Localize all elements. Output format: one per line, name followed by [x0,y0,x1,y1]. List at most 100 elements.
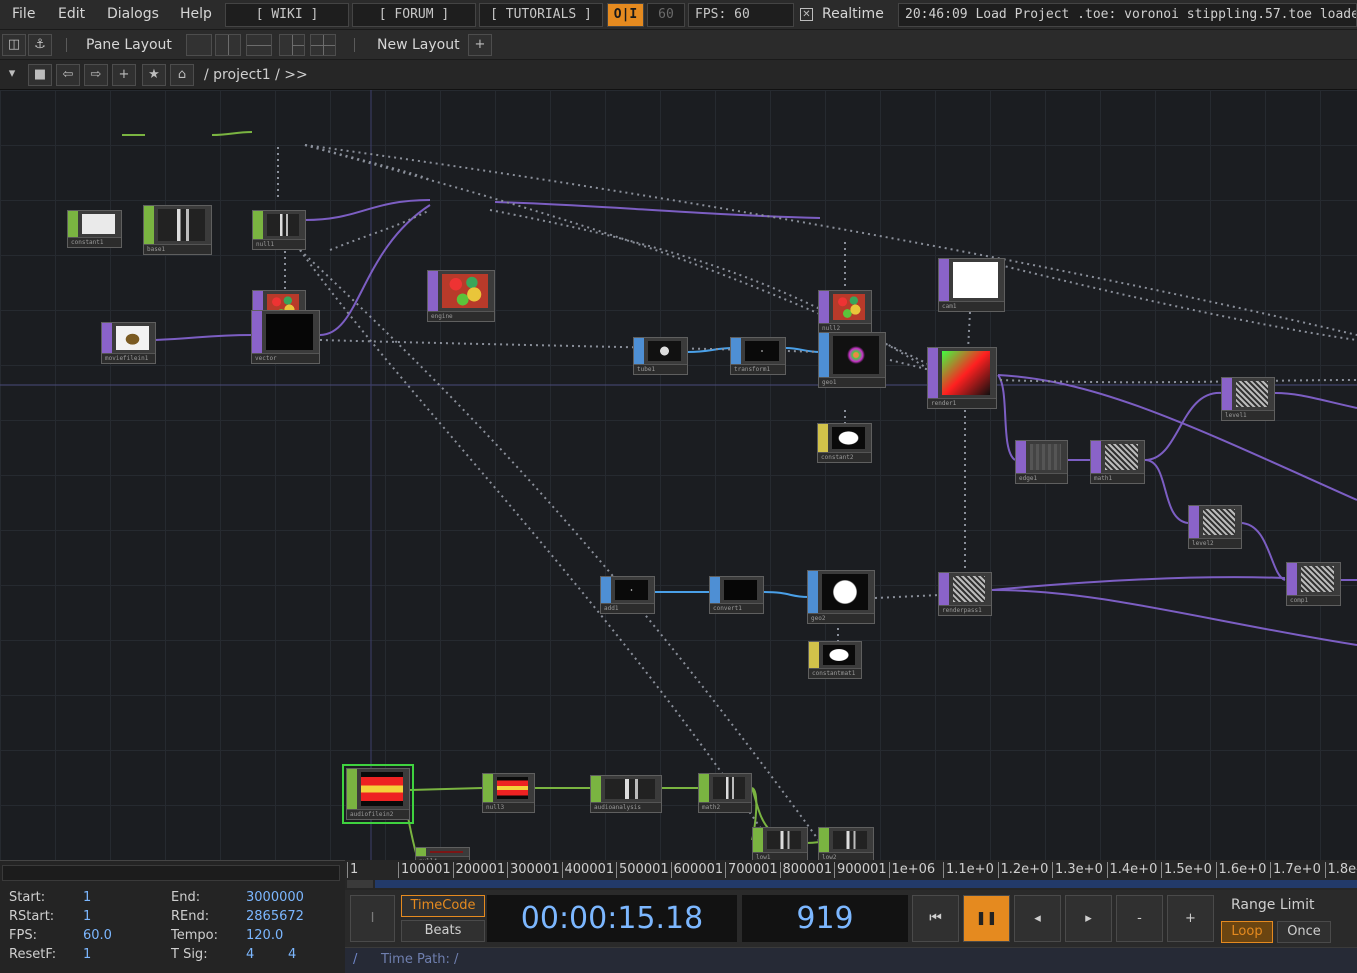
add-layout-button[interactable]: + [468,34,492,56]
timecode-toggle[interactable]: TimeCode [401,895,485,917]
i-button[interactable]: I [350,895,395,942]
operator-node[interactable]: comp1 [1286,562,1341,606]
time-path-slash[interactable]: / [353,952,357,967]
operator-node[interactable]: null1 [252,210,306,250]
step-forward-icon[interactable]: ▸ [1065,895,1112,942]
start-value[interactable]: 1 [83,890,91,905]
operator-viewer [116,326,149,350]
fps-limit-field[interactable]: 60 [647,3,685,27]
operator-node[interactable]: audiofilein2 [342,764,414,824]
wiki-button[interactable]: [ WIKI ] [225,3,349,27]
menu-file[interactable]: File [12,6,35,22]
rstart-value[interactable]: 1 [83,909,91,924]
operator-family-strip [428,271,438,311]
layout-single-icon[interactable] [186,34,212,56]
operator-family-strip [731,338,741,364]
range-panel: Start: 1 End: 3000000 RStart: 1 REnd: 28… [0,860,345,973]
layout-split-vertical-icon[interactable] [215,34,241,56]
pause-icon[interactable]: ❚❚ [963,895,1010,942]
operator-node[interactable]: add1 [600,576,655,614]
operator-node[interactable]: transform1 [730,337,786,375]
menu-dialogs[interactable]: Dialogs [107,6,159,22]
operator-name: audioanalysis [591,802,661,812]
tsig-numerator[interactable]: 4 [246,947,254,962]
beats-toggle[interactable]: Beats [401,920,485,942]
operator-node[interactable]: math1 [1090,440,1145,484]
loop-button[interactable]: Loop [1221,921,1273,943]
network-editor[interactable]: constant1base1null1noise1enginenull2cam1… [0,90,1357,860]
timeline[interactable]: 1 100001 200001 300001 400001 500001 600001 700… [345,860,1357,890]
operator-node[interactable]: audioanalysis [590,775,662,813]
step-back-icon[interactable]: ◂ [1014,895,1061,942]
timeline-tick: 500001 [616,862,669,878]
operator-viewer [953,262,998,298]
layout-four-pane-icon[interactable] [310,34,336,56]
operator-node[interactable]: render1 [927,347,997,409]
timeline-tick: 900001 [834,862,887,878]
network-path[interactable]: / project1 / >> [204,67,308,83]
rewind-icon[interactable]: ⏮ [912,895,959,942]
operator-node[interactable]: constant2 [817,423,872,463]
stop-icon[interactable]: ■ [28,64,52,86]
operator-node[interactable]: tube1 [633,337,688,375]
operator-node[interactable]: convert1 [709,576,764,614]
operator-node[interactable]: math2 [698,773,752,813]
forward-arrow-icon[interactable]: ⇨ [84,64,108,86]
rend-value[interactable]: 2865672 [246,909,304,924]
operator-viewer [833,831,867,849]
operator-viewer [713,777,745,799]
timeline-tick: 1.1e+0 [943,862,994,878]
operator-node[interactable]: low1 [752,827,808,860]
operator-node[interactable]: cam1 [938,258,1005,312]
operator-node[interactable]: level1 [1221,377,1275,421]
timecode-display[interactable]: 00:00:15.18 [487,895,737,942]
resetf-value[interactable]: 1 [83,947,91,962]
decrease-button[interactable]: - [1116,895,1163,942]
timeline-tick: 600001 [670,862,723,878]
operator-node[interactable]: geo2 [807,570,875,624]
layout-split-horizontal-icon[interactable] [246,34,272,56]
operator-node[interactable]: null3 [482,773,535,813]
back-arrow-icon[interactable]: ⇦ [56,64,80,86]
end-value[interactable]: 3000000 [246,890,304,905]
operator-node[interactable]: geo1 [818,332,886,388]
operator-node[interactable]: engine [427,270,495,322]
operator-viewer [767,831,801,849]
tsig-denominator[interactable]: 4 [288,947,296,962]
menu-help[interactable]: Help [180,6,212,22]
operator-node[interactable]: renderpass1 [938,572,992,616]
operator-node[interactable]: vector [251,310,320,364]
frame-display[interactable]: 919 [742,895,908,942]
fps-value[interactable]: 60.0 [83,928,112,943]
dropdown-arrow-icon[interactable]: ▾ [0,64,24,86]
increase-button[interactable]: + [1167,895,1214,942]
operator-node[interactable]: moviefilein1 [101,322,156,364]
operator-node[interactable]: base1 [143,205,212,255]
operator-node[interactable]: level2 [1188,505,1242,549]
timeline-handle[interactable] [347,880,373,888]
operator-node[interactable]: constantmat1 [808,641,862,679]
realtime-checkbox[interactable]: ✕ [800,8,813,21]
layout-three-pane-icon[interactable] [279,34,305,56]
perform-mode-button[interactable]: O|I [607,3,644,27]
add-icon[interactable]: + [112,64,136,86]
tutorials-button[interactable]: [ TUTORIALS ] [479,3,603,27]
forum-button[interactable]: [ FORUM ] [352,3,476,27]
start-label: Start: [9,890,46,905]
menu-edit[interactable]: Edit [58,6,85,22]
timeline-range-bar[interactable] [375,880,1357,888]
once-button[interactable]: Once [1277,921,1331,943]
pane-home-icon[interactable]: ⚓ [28,34,52,56]
operator-node[interactable]: constant1 [67,210,122,248]
operator-node[interactable]: null2 [818,290,872,334]
tempo-value[interactable]: 120.0 [246,928,283,943]
operator-node[interactable]: null4 [415,847,470,860]
timeline-tick: 1 [347,862,358,878]
home-icon[interactable]: ⌂ [170,64,194,86]
star-icon[interactable]: ★ [142,64,166,86]
operator-family-strip [710,577,720,603]
operator-node[interactable]: edge1 [1015,440,1068,484]
operator-node[interactable]: low2 [818,827,874,860]
pane-mode-icon[interactable]: ◫ [2,34,26,56]
operator-family-strip [819,828,829,852]
